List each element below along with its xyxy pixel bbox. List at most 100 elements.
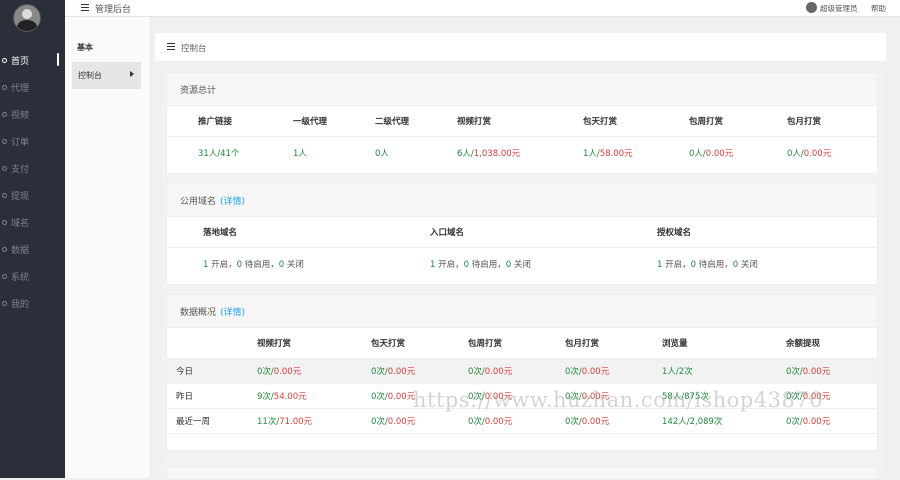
sidebar-item-label: 视频 <box>11 111 30 121</box>
cell-amount: 0.00元 <box>387 392 416 402</box>
column-header: 余额提现 <box>785 328 877 359</box>
column-header: 包月打赏 <box>786 106 877 137</box>
cell-amount: 0.00元 <box>802 417 831 427</box>
column-header: 推广链接 <box>197 106 292 137</box>
menu-icon[interactable] <box>81 4 89 11</box>
column-header: 浏览量 <box>661 328 785 359</box>
sidebar-item-orders[interactable]: 订单 <box>0 128 65 155</box>
cell-count: 0次/ <box>371 417 388 427</box>
cell-amount: 0.00元 <box>387 417 416 427</box>
closed-label: 关闭 <box>738 260 758 270</box>
table-cell: 0次/0.00元 <box>256 358 370 384</box>
resources-title: 资源总计 <box>180 85 217 96</box>
overview-table: 视频打赏 包天打赏 包周打赏 包月打赏 浏览量 余额提现 今日 0次/0.00元… <box>167 328 877 434</box>
sidebar-item-label: 订单 <box>11 138 30 148</box>
user-name-link[interactable]: 超级管理员 <box>820 3 858 14</box>
table-cell: 0人 <box>374 137 456 170</box>
cell-count: 0次/ <box>786 417 803 427</box>
circle-icon <box>2 247 7 252</box>
cell-count: 0次/ <box>371 367 388 377</box>
open-label: 开启， <box>435 260 464 270</box>
pending-label: 待启用， <box>696 260 733 270</box>
sidebar-item-payment[interactable]: 支付 <box>0 155 65 182</box>
subnav-item-label: 控制台 <box>78 71 102 80</box>
user-avatar-icon[interactable] <box>806 2 817 13</box>
cell-amount: 0.00元 <box>387 367 416 377</box>
caret-right-icon <box>130 71 134 77</box>
cell-count: 0次/ <box>565 367 582 377</box>
cell-amount: 54.00元 <box>273 392 307 402</box>
column-header: 授权域名 <box>656 217 877 248</box>
table-cell: 1人/58.00元 <box>582 137 688 170</box>
column-header: 包天打赏 <box>582 106 688 137</box>
sidebar-item-label: 提现 <box>11 192 30 202</box>
table-cell: 142人/2,089次 <box>661 408 785 434</box>
cell-count: 0次/ <box>257 367 274 377</box>
column-header: 包周打赏 <box>688 106 786 137</box>
subnav-group-title: 基本 <box>77 43 93 52</box>
main-sidebar: 首页 代理 视频 订单 支付 提现 域名 数据 系统 我的 <box>0 0 65 478</box>
overview-panel: 数据概况 (详情) 视频打赏 包天打赏 包周打赏 包月打赏 浏览量 余额提现 今日… <box>166 294 878 451</box>
open-label: 开启， <box>662 260 691 270</box>
help-link[interactable]: 帮助 <box>871 3 886 14</box>
sidebar-item-label: 系统 <box>11 273 30 283</box>
domains-detail-link[interactable]: (详情) <box>220 194 245 207</box>
sidebar-item-domains[interactable]: 域名 <box>0 209 65 236</box>
cell-amount: 0.00元 <box>581 417 610 427</box>
cell-amount: 0.00元 <box>705 149 734 159</box>
column-header: 落地域名 <box>202 217 429 248</box>
column-header: 包周打赏 <box>467 328 564 359</box>
cell-amount: 0.00元 <box>581 367 610 377</box>
cell-value: 31人/41个 <box>198 149 240 159</box>
sidebar-item-mine[interactable]: 我的 <box>0 290 65 317</box>
sidebar-item-videos[interactable]: 视频 <box>0 101 65 128</box>
sidebar-item-data[interactable]: 数据 <box>0 236 65 263</box>
table-cell: 31人/41个 <box>197 137 292 170</box>
cell-count: 0人/ <box>787 149 804 159</box>
resources-panel: 资源总计 推广链接 一级代理 二级代理 视频打赏 包天打赏 包周打赏 包月打赏 … <box>166 72 878 174</box>
menu-icon[interactable] <box>167 43 175 50</box>
panel-title: 数据概况 (详情) <box>167 295 877 328</box>
overview-title: 数据概况 <box>180 307 217 318</box>
sidebar-item-system[interactable]: 系统 <box>0 263 65 290</box>
table-cell: 0人/0.00元 <box>688 137 786 170</box>
table-cell: 9次/54.00元 <box>256 383 370 409</box>
table-cell: 0次/0.00元 <box>564 408 661 434</box>
row-label: 最近一周 <box>167 408 256 434</box>
cell-count: 0人/ <box>689 149 706 159</box>
column-header: 视频打赏 <box>256 328 370 359</box>
column-header: 包天打赏 <box>370 328 467 359</box>
column-header: 一级代理 <box>292 106 374 137</box>
overview-detail-link[interactable]: (详情) <box>220 305 245 318</box>
column-header: 包月打赏 <box>564 328 661 359</box>
open-label: 开启， <box>208 260 237 270</box>
cell-amount: 0.00元 <box>273 367 302 377</box>
top-header: 管理后台 超级管理员 帮助 <box>65 0 900 17</box>
cell-amount: 0.00元 <box>484 417 513 427</box>
sidebar-item-agents[interactable]: 代理 <box>0 74 65 101</box>
circle-icon <box>2 274 7 279</box>
subnav-item-console[interactable]: 控制台 <box>72 62 141 89</box>
table-cell: 0次/0.00元 <box>564 358 661 384</box>
sidebar-item-home[interactable]: 首页 <box>0 47 65 74</box>
cell-amount: 0.00元 <box>484 367 513 377</box>
cell-amount: 58.00元 <box>599 149 633 159</box>
cell-count: 142人/2,089次 <box>662 417 723 427</box>
table-cell: 1人 <box>292 137 374 170</box>
table-cell: 0次/0.00元 <box>370 358 467 384</box>
table-row: 最近一周 11次/71.00元 0次/0.00元 0次/0.00元 0次/0.0… <box>167 408 877 434</box>
domains-panel: 公用域名 (详情) 落地域名 入口域名 授权域名 1 开启，0 待启用，0 关闭 … <box>166 183 878 285</box>
column-header: 视频打赏 <box>456 106 582 137</box>
resources-table: 推广链接 一级代理 二级代理 视频打赏 包天打赏 包周打赏 包月打赏 31人/4… <box>167 106 877 169</box>
table-row: 1 开启，0 待启用，0 关闭 1 开启，0 待启用，0 关闭 1 开启，0 待… <box>167 248 877 281</box>
circle-icon <box>2 220 7 225</box>
sidebar-item-withdraw[interactable]: 提现 <box>0 182 65 209</box>
table-cell: 1 开启，0 待启用，0 关闭 <box>656 248 877 281</box>
panel-title: 公用域名 (详情) <box>167 184 877 217</box>
circle-icon <box>2 139 7 144</box>
cell-count: 0次/ <box>371 392 388 402</box>
table-cell: 0次/0.00元 <box>785 408 877 434</box>
table-cell: 6人/1,038.00元 <box>456 137 582 170</box>
avatar[interactable] <box>13 4 41 32</box>
breadcrumb-current: 控制台 <box>181 44 207 54</box>
